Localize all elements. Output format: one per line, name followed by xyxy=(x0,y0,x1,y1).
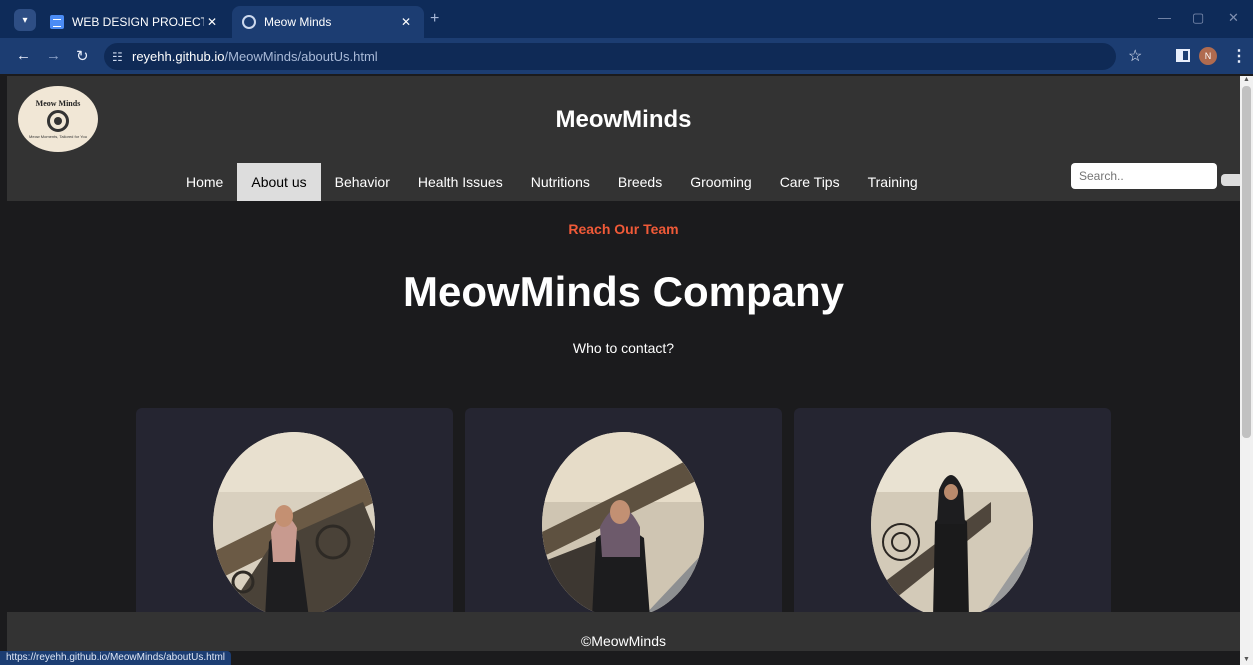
site-header: Meow Minds Meow Moments, Tailored for Yo… xyxy=(7,76,1240,201)
nav-care-tips[interactable]: Care Tips xyxy=(766,163,854,201)
scroll-up-icon[interactable]: ▲ xyxy=(1243,76,1250,83)
side-panel-icon[interactable] xyxy=(1176,49,1190,62)
back-icon[interactable]: ← xyxy=(16,47,31,64)
team-member-photo xyxy=(871,432,1033,618)
team-member-photo xyxy=(213,432,375,618)
page-viewport: Meow Minds Meow Moments, Tailored for Yo… xyxy=(7,76,1240,651)
site-info-icon[interactable]: ☷ xyxy=(112,50,132,64)
page-title: MeowMinds Company xyxy=(402,268,845,315)
team-member-photo xyxy=(542,432,704,618)
minimize-icon[interactable]: — xyxy=(1158,10,1171,25)
forward-icon[interactable]: → xyxy=(46,47,61,64)
scroll-down-icon[interactable]: ▼ xyxy=(1243,656,1250,663)
nav-behavior[interactable]: Behavior xyxy=(321,163,404,201)
close-window-icon[interactable]: ✕ xyxy=(1228,10,1239,26)
search-input[interactable] xyxy=(1071,163,1217,189)
nav-grooming[interactable]: Grooming xyxy=(676,163,765,201)
profile-avatar[interactable]: N xyxy=(1199,47,1217,65)
tab-title: WEB DESIGN PROJECT REPORT xyxy=(72,15,204,29)
restore-icon[interactable]: ▢ xyxy=(1192,10,1204,26)
url-domain: reyehh.github.io xyxy=(132,49,225,64)
main-nav: Home About us Behavior Health Issues Nut… xyxy=(172,163,932,201)
nav-training[interactable]: Training xyxy=(854,163,932,201)
tab-report[interactable]: WEB DESIGN PROJECT REPORT ✕ xyxy=(40,6,230,38)
new-tab-icon[interactable]: + xyxy=(430,10,439,28)
tab-search-button[interactable]: ▾ xyxy=(14,9,36,31)
nav-health-issues[interactable]: Health Issues xyxy=(404,163,517,201)
scroll-thumb[interactable] xyxy=(1242,86,1251,438)
browser-toolbar: ← → ↻ ☷ reyehh.github.io/MeowMinds/about… xyxy=(0,38,1253,74)
site-title: MeowMinds xyxy=(555,106,692,133)
footer-copyright: ©MeowMinds xyxy=(580,633,666,649)
close-icon[interactable]: ✕ xyxy=(204,15,220,29)
docs-icon xyxy=(50,15,64,29)
url-path: /MeowMinds/aboutUs.html xyxy=(224,49,378,64)
page-scrollbar[interactable]: ▲ ▼ xyxy=(1240,76,1253,665)
globe-icon xyxy=(242,15,256,29)
bookmark-star-icon[interactable]: ☆ xyxy=(1128,46,1142,66)
search-button[interactable] xyxy=(1221,174,1240,186)
nav-home[interactable]: Home xyxy=(172,163,237,201)
browser-tabstrip: ▾ WEB DESIGN PROJECT REPORT ✕ Meow Minds… xyxy=(0,0,1253,38)
nav-breeds[interactable]: Breeds xyxy=(604,163,676,201)
menu-kebab-icon[interactable]: ⋮ xyxy=(1231,46,1247,66)
reload-icon[interactable]: ↻ xyxy=(76,47,89,65)
section-kicker: Reach Our Team xyxy=(568,221,679,237)
page-subtitle: Who to contact? xyxy=(572,340,675,356)
logo-tagline: Meow Moments, Tailored for You xyxy=(29,134,87,139)
site-footer: ©MeowMinds xyxy=(7,612,1240,651)
tab-title: Meow Minds xyxy=(264,15,332,29)
url-text: reyehh.github.io/MeowMinds/aboutUs.html xyxy=(132,49,378,64)
status-url: https://reyehh.github.io/MeowMinds/about… xyxy=(0,651,231,665)
address-bar[interactable]: ☷ reyehh.github.io/MeowMinds/aboutUs.htm… xyxy=(104,43,1116,70)
nav-nutritions[interactable]: Nutritions xyxy=(517,163,604,201)
tab-meow-minds[interactable]: Meow Minds ✕ xyxy=(232,6,424,38)
close-icon[interactable]: ✕ xyxy=(398,15,414,29)
nav-about-us[interactable]: About us xyxy=(237,163,321,201)
